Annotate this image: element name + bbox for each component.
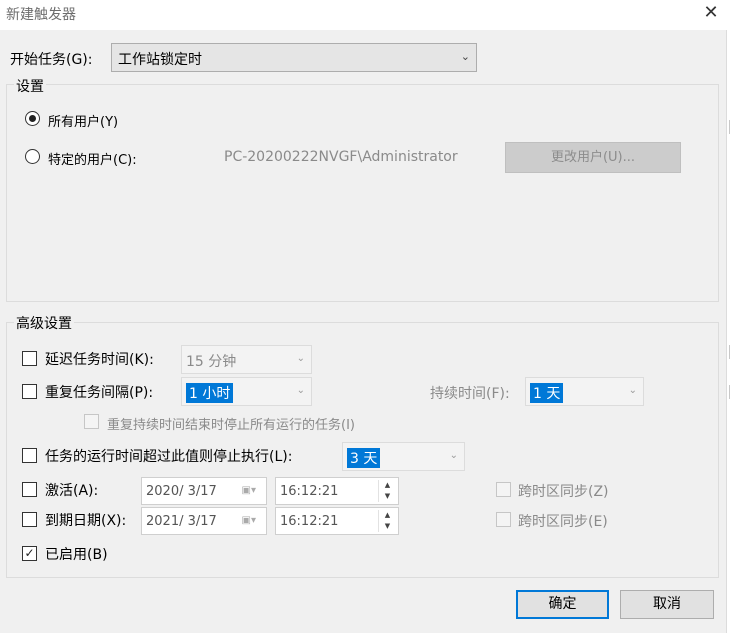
stop-longer-checkbox[interactable] [22,448,37,463]
enabled-label: 已启用(B) [45,547,108,563]
spin-up-icon[interactable]: ▲ [379,480,396,491]
stop-longer-dropdown[interactable]: 3 天 ⌄ [342,442,465,471]
begin-task-label: 开始任务(G): [10,52,93,68]
chevron-down-icon: ⌄ [449,450,458,461]
specific-user-radio[interactable] [25,149,40,164]
sync-tz-activate-checkbox[interactable] [496,482,511,497]
expire-checkbox[interactable] [22,512,37,527]
advanced-settings-title: 高级设置 [14,313,74,333]
change-user-button[interactable]: 更改用户(U)... [505,142,681,173]
duration-label: 持续时间(F): [430,386,510,402]
chevron-down-icon: ⌄ [628,385,637,396]
chevron-down-icon: ⌄ [460,50,470,63]
user-name-text: PC-20200222NVGF\Administrator [224,149,458,165]
sync-tz-expire-label: 跨时区同步(E) [518,514,608,530]
repeat-interval-value: 1 小时 [186,383,234,403]
activate-time-spinner[interactable]: ▲ ▼ [378,480,396,502]
duration-dropdown[interactable]: 1 天 ⌄ [525,377,644,406]
activate-checkbox[interactable] [22,482,37,497]
stop-longer-label: 任务的运行时间超过此值则停止执行(L): [45,449,293,465]
expire-time-spinner[interactable]: ▲ ▼ [378,510,396,532]
enabled-checkbox[interactable]: ✓ [22,546,37,561]
begin-task-dropdown[interactable]: 工作站锁定时 ⌄ [111,43,477,72]
expire-time-field[interactable]: 16:12:21 ▲ ▼ [275,507,399,535]
background-edge-mark [729,385,733,399]
duration-value: 1 天 [530,383,564,403]
calendar-icon: ▣▾ [241,485,256,496]
repeat-checkbox[interactable] [22,384,37,399]
repeat-interval-dropdown[interactable]: 1 小时 ⌄ [181,377,312,406]
spin-down-icon[interactable]: ▼ [379,491,396,502]
spin-down-icon[interactable]: ▼ [379,521,396,532]
delay-dropdown[interactable]: 15 分钟 ⌄ [181,345,312,374]
delay-checkbox[interactable] [22,351,37,366]
ok-button[interactable]: 确定 [516,590,609,619]
all-users-radio[interactable] [25,111,40,126]
expire-label: 到期日期(X): [45,513,127,529]
stop-all-checkbox[interactable] [84,414,99,429]
delay-label: 延迟任务时间(K): [45,352,154,368]
close-icon[interactable]: ✕ [700,2,722,24]
activate-time-value: 16:12:21 [280,484,339,499]
activate-time-field[interactable]: 16:12:21 ▲ ▼ [275,477,399,505]
stop-longer-value: 3 天 [347,448,381,468]
chevron-down-icon: ⌄ [296,353,305,364]
chevron-down-icon: ⌄ [296,385,305,396]
window-title: 新建触发器 [6,7,76,23]
stop-all-label: 重复持续时间结束时停止所有运行的任务(I) [107,418,355,433]
activate-date-value: 2020/ 3/17 [146,484,217,499]
activate-date-picker[interactable]: 2020/ 3/17 ▣▾ [141,477,267,505]
expire-date-picker[interactable]: 2021/ 3/17 ▣▾ [141,507,267,535]
sync-tz-expire-checkbox[interactable] [496,512,511,527]
expire-date-value: 2021/ 3/17 [146,514,217,529]
background-edge-mark [729,120,733,134]
all-users-label: 所有用户(Y) [48,115,119,130]
settings-group-title: 设置 [14,76,46,96]
activate-label: 激活(A): [45,483,99,499]
specific-user-label: 特定的用户(C): [48,153,137,168]
sync-tz-activate-label: 跨时区同步(Z) [518,484,609,500]
spin-up-icon[interactable]: ▲ [379,510,396,521]
background-edge-mark [729,345,733,359]
title-bar [0,0,735,30]
cancel-button[interactable]: 取消 [620,590,714,619]
repeat-label: 重复任务间隔(P): [45,385,154,401]
delay-value: 15 分钟 [186,354,237,370]
begin-task-value: 工作站锁定时 [118,52,202,68]
calendar-icon: ▣▾ [241,515,256,526]
expire-time-value: 16:12:21 [280,514,339,529]
